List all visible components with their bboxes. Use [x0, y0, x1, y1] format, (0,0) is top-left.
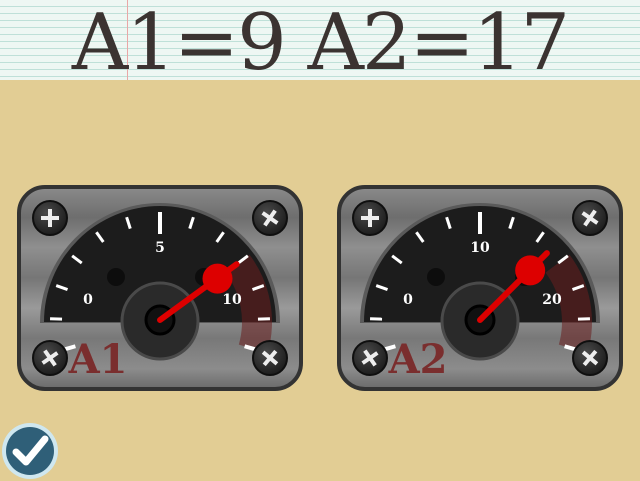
gauge-a1-tick-label-0: 0 [83, 292, 93, 308]
gauge-a2-tick-label-2: 20 [542, 292, 562, 308]
screw-icon [573, 201, 607, 235]
gauge-a1: 0 5 10 A1 [19, 187, 301, 389]
gauge-a2-tick-label-1: 10 [470, 240, 490, 256]
gauge-a2: 0 10 20 A2 [339, 187, 621, 389]
screw-icon [353, 201, 387, 235]
screw-icon [353, 341, 387, 375]
gauge-a2-pivot-hole-left [427, 268, 445, 286]
screw-icon [573, 341, 607, 375]
screw-icon [253, 341, 287, 375]
gauges-layer: 0 5 10 A1 0 10 20 A2 [0, 0, 640, 480]
needle-counterweight [515, 255, 545, 285]
gauge-a1-pivot-hole-left [107, 268, 125, 286]
submit-check-button[interactable] [0, 421, 60, 481]
gauge-a2-tick-label-0: 0 [403, 292, 413, 308]
gauge-a1-tick-label-1: 5 [155, 240, 165, 256]
screw-icon [33, 341, 67, 375]
needle-counterweight [203, 264, 233, 294]
gauge-a1-tick-label-2: 10 [222, 292, 242, 308]
screw-icon [33, 201, 67, 235]
screw-icon [253, 201, 287, 235]
gauge-a2-label: A2 [388, 336, 448, 383]
gauge-a1-label: A1 [68, 336, 128, 383]
